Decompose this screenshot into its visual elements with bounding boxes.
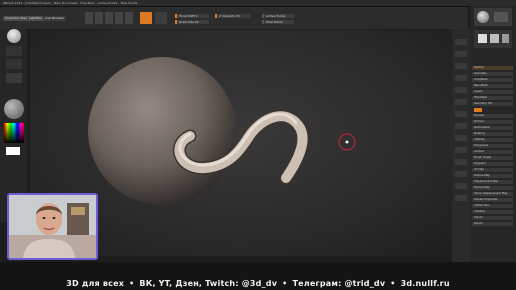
banner-item-website: 3d.nullf.ru xyxy=(400,279,450,288)
palette-row-deformation[interactable]: Deformation xyxy=(472,126,513,130)
shelf-button[interactable] xyxy=(455,159,467,165)
stroke-icon[interactable] xyxy=(6,46,22,56)
draw-mode-button[interactable] xyxy=(95,12,103,24)
palette-row-visibility[interactable]: Visibility xyxy=(472,138,513,142)
active-toggle[interactable] xyxy=(474,108,482,112)
right-shelf xyxy=(452,29,470,262)
palette-row-uv-map[interactable]: UV Map xyxy=(472,168,513,172)
palette-row-export[interactable]: Export xyxy=(472,222,513,226)
tool-palette: SubTool Geometry ArrayMesh NanoMesh Laye… xyxy=(470,6,516,262)
shelf-button[interactable] xyxy=(455,195,467,201)
banner-separator: • xyxy=(282,279,288,288)
palette-row-geometry[interactable]: Geometry xyxy=(472,72,513,76)
palette-row-morph-target[interactable]: Morph Target xyxy=(472,156,513,160)
palette-row-contact[interactable]: Contact xyxy=(472,150,513,154)
footer-banner: 3D для всех • ВК, YT, Дзен, Twitch: @3d_dv… xyxy=(0,277,516,290)
shelf-button[interactable] xyxy=(455,147,467,153)
tool-thumbnail-row[interactable] xyxy=(474,8,512,26)
palette-row-initialize[interactable]: Initialize xyxy=(472,210,513,214)
move-mode-button[interactable] xyxy=(105,12,113,24)
palette-row-masking[interactable]: Masking xyxy=(472,132,513,136)
shelf-button[interactable] xyxy=(455,63,467,69)
scale-mode-button[interactable] xyxy=(115,12,123,24)
palette-row-normal-map[interactable]: Normal Map xyxy=(472,186,513,190)
banner-separator: • xyxy=(390,279,396,288)
title-bar: ZBrush 2023 - [Untitled Project] - Main … xyxy=(0,0,516,7)
shelf-button[interactable] xyxy=(455,123,467,129)
shelf-button[interactable] xyxy=(455,99,467,105)
shelf-button[interactable] xyxy=(455,87,467,93)
tool-thumbnail-sphere[interactable] xyxy=(477,11,489,23)
subtool-thumbnails[interactable] xyxy=(474,30,512,48)
total-points-readout: Total Points xyxy=(262,20,294,24)
window-title: ZBrush 2023 - [Untitled Project] - Main … xyxy=(3,1,138,5)
alpha-icon[interactable] xyxy=(6,59,22,69)
subtool-thumb[interactable] xyxy=(490,34,499,43)
brush-cursor-dot xyxy=(345,140,349,144)
shelf-button[interactable] xyxy=(455,135,467,141)
lightbox-button[interactable]: LightBox xyxy=(27,16,45,21)
color-picker[interactable] xyxy=(4,123,24,143)
draw-size-slider[interactable]: Draw Size 64 xyxy=(175,20,209,24)
material-icon[interactable] xyxy=(4,99,24,119)
palette-row-subtool[interactable]: SubTool xyxy=(472,66,513,70)
shelf-button[interactable] xyxy=(455,171,467,177)
subtool-thumb[interactable] xyxy=(478,34,487,43)
shelf-button[interactable] xyxy=(455,183,467,189)
focal-shift-slider[interactable]: Focal Shift 0 xyxy=(175,14,209,18)
palette-row-vector-displacement[interactable]: Vector Displacement Map xyxy=(472,192,513,196)
palette-row-geometry-hd[interactable]: Geometry HD xyxy=(472,102,513,106)
banner-item-brand: 3D для всех xyxy=(66,279,125,288)
z-intensity-slider[interactable]: Z Intensity 25 xyxy=(215,14,251,18)
palette-row-displacement-map[interactable]: Displacement Map xyxy=(472,180,513,184)
palette-row-texture-map[interactable]: Texture Map xyxy=(472,174,513,178)
tool-thumbnail-alt[interactable] xyxy=(494,12,508,22)
palette-row-preview[interactable]: Preview xyxy=(472,114,513,118)
webcam-overlay xyxy=(7,193,98,260)
texture-icon[interactable] xyxy=(6,73,22,83)
main-color-swatch[interactable] xyxy=(6,147,20,155)
top-toolbar: Projection Master LightBox Live Boolean … xyxy=(0,7,468,29)
palette-row-polygroups[interactable]: Polygroups xyxy=(472,144,513,148)
zsub-button[interactable] xyxy=(155,12,167,24)
sphere-mesh xyxy=(88,57,236,205)
palette-row-unified-skin[interactable]: Unified Skin xyxy=(472,204,513,208)
banner-item-telegram: Телеграм: @trid_dv xyxy=(292,279,386,288)
live-boolean-button[interactable]: Live Boolean xyxy=(43,16,67,21)
subtool-thumb[interactable] xyxy=(502,34,509,43)
shelf-button[interactable] xyxy=(455,51,467,57)
active-points-readout: Active Points xyxy=(262,14,294,18)
palette-row-surface[interactable]: Surface xyxy=(472,120,513,124)
palette-row-import[interactable]: Import xyxy=(472,216,513,220)
shelf-button[interactable] xyxy=(455,39,467,45)
rotate-mode-button[interactable] xyxy=(125,12,133,24)
palette-row-fibermesh[interactable]: FiberMesh xyxy=(472,96,513,100)
zadd-button[interactable] xyxy=(140,12,152,24)
banner-item-socials: ВК, YT, Дзен, Twitch: @3d_dv xyxy=(139,279,278,288)
palette-row-nanomesh[interactable]: NanoMesh xyxy=(472,84,513,88)
edit-mode-button[interactable] xyxy=(85,12,93,24)
palette-row-layers[interactable]: Layers xyxy=(472,90,513,94)
presenter-video xyxy=(9,195,96,258)
shelf-button[interactable] xyxy=(455,111,467,117)
palette-row-arraymesh[interactable]: ArrayMesh xyxy=(472,78,513,82)
brush-icon[interactable] xyxy=(7,29,21,43)
banner-separator: • xyxy=(129,279,135,288)
palette-row-display-properties[interactable]: Display Properties xyxy=(472,198,513,202)
palette-row-polypaint[interactable]: Polypaint xyxy=(472,162,513,166)
shelf-button[interactable] xyxy=(455,75,467,81)
